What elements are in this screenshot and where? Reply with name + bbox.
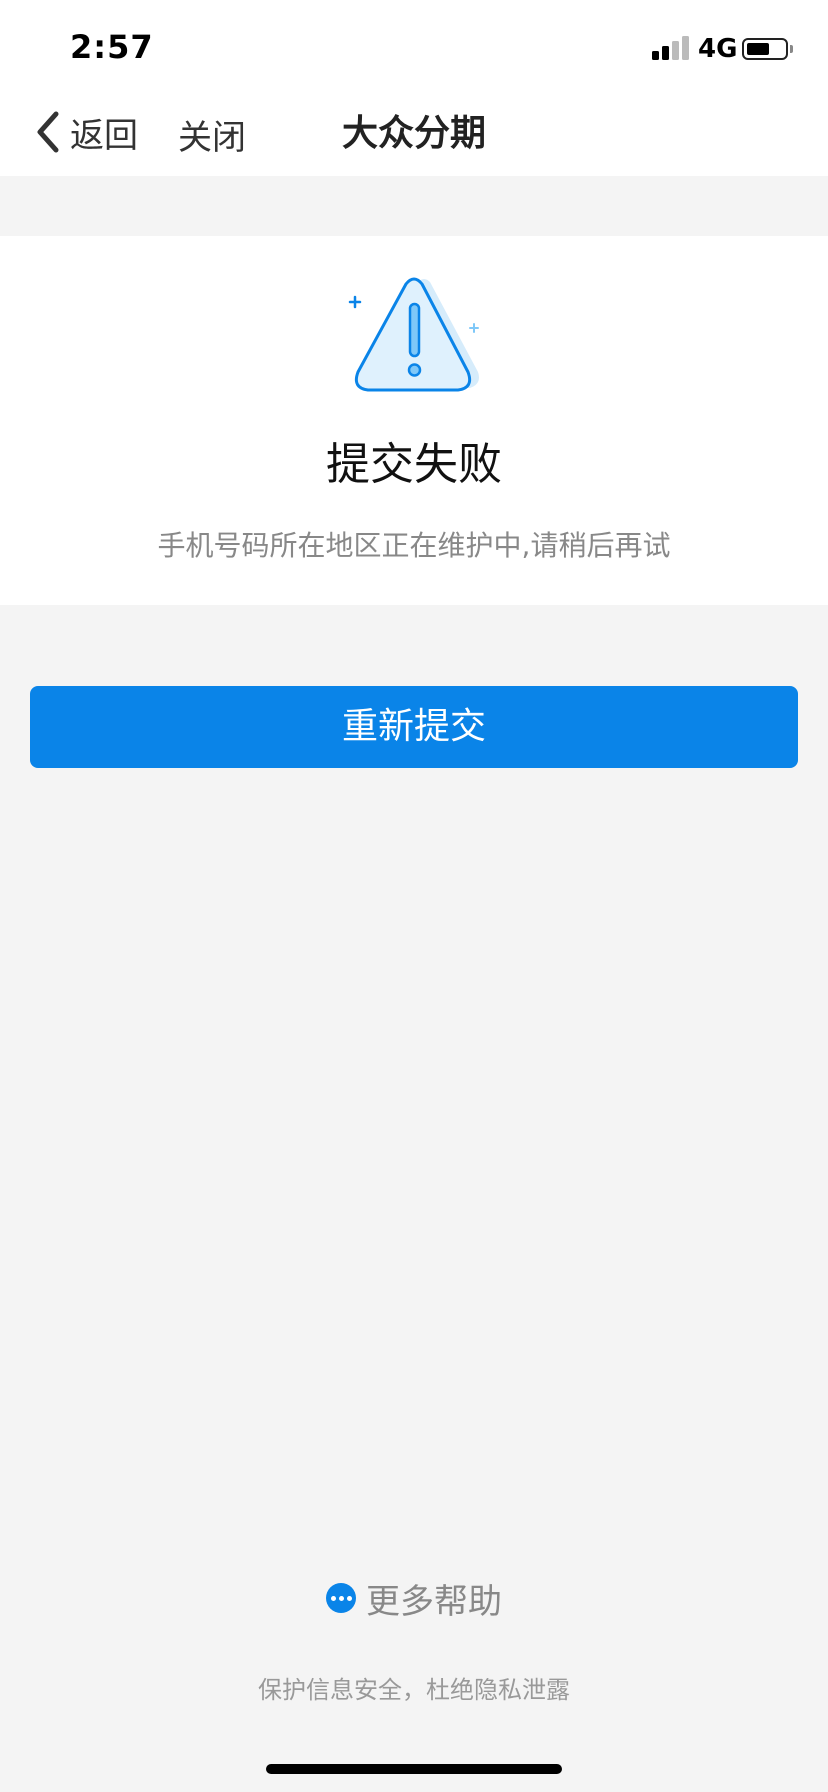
footer-note: 保护信息安全，杜绝隐私泄露 <box>258 1676 570 1704</box>
result-title: 提交失败 <box>326 439 502 490</box>
nav-bar: 返回 关闭 大众分期 <box>0 88 828 176</box>
home-indicator <box>266 1764 562 1774</box>
more-help-label: 更多帮助 <box>366 1581 502 1622</box>
page-title: 大众分期 <box>341 113 486 154</box>
signal-strength-icon <box>652 36 692 60</box>
warning-triangle-icon <box>348 277 479 392</box>
battery-level <box>747 43 769 55</box>
battery-tip <box>790 45 793 53</box>
status-time: 2:57 <box>70 28 154 66</box>
result-description: 手机号码所在地区正在维护中,请稍后再试 <box>157 529 671 562</box>
more-dots-icon <box>326 1583 356 1613</box>
network-type: 4G <box>698 34 738 64</box>
status-bar: 2:57 4G <box>0 0 828 88</box>
result-card: 提交失败 手机号码所在地区正在维护中,请稍后再试 <box>0 236 828 605</box>
screen: 2:57 4G 返回 关闭 大众分期 提交失败 手机号码所在地区正在维护中,请稍… <box>0 0 828 1792</box>
more-help-link[interactable]: 更多帮助 <box>0 1574 828 1622</box>
resubmit-button[interactable]: 重新提交 <box>30 686 798 768</box>
battery-icon <box>742 38 788 60</box>
